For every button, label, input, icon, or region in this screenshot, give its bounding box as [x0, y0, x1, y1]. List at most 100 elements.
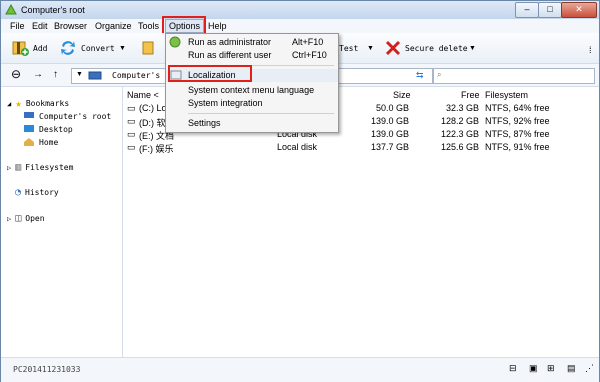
drive-icon: ▭	[127, 142, 136, 152]
sidebar-computers-root-label: Computer's root	[39, 111, 112, 121]
row-size: 50.0 GB	[375, 103, 409, 113]
sidebar-desktop[interactable]: Desktop	[23, 124, 73, 134]
test-button[interactable]: Test	[339, 38, 358, 58]
sidebar-bookmarks[interactable]: ◢ ★ Bookmarks	[7, 97, 69, 110]
run-as-admin-shortcut: Alt+F10	[292, 37, 324, 47]
secure-delete-label: Secure delete	[405, 43, 468, 53]
search-input[interactable]: ⌕	[433, 68, 595, 84]
convert-button[interactable]: Convert	[59, 38, 115, 58]
star-icon: ★	[15, 97, 22, 110]
sidebar-desktop-label: Desktop	[39, 124, 73, 134]
grid-view-icon[interactable]: ⊞	[547, 363, 555, 374]
collapse-arrow-icon: ▷	[7, 214, 12, 223]
menu-edit[interactable]: Edit	[29, 20, 51, 32]
sidebar-filesystem-label: Filesystem	[25, 163, 74, 172]
menu-tools[interactable]: Tools	[135, 20, 162, 32]
resize-grip-icon[interactable]: ⋰	[585, 363, 594, 374]
row-name: (D:) 软	[139, 118, 166, 128]
desktop-icon	[24, 125, 34, 132]
context-language-label: System context menu language	[188, 85, 315, 95]
drive-icon: ▭	[127, 116, 136, 126]
collapse-arrow-icon: ▷	[7, 163, 12, 172]
add-label: Add	[33, 43, 48, 53]
admin-shield-icon	[169, 36, 181, 48]
row-free: 128.2 GB	[440, 116, 479, 126]
secure-delete-dropdown-icon[interactable]: ▼	[469, 45, 476, 52]
row-type: Local disk	[277, 142, 318, 152]
maximize-button[interactable]: □	[538, 2, 562, 18]
sidebar-history[interactable]: ◔ History	[15, 187, 59, 198]
drive-icon: ▭	[127, 129, 136, 139]
system-integration-label: System integration	[188, 98, 263, 108]
sidebar-bookmarks-label: Bookmarks	[25, 99, 70, 108]
extract-button[interactable]	[141, 38, 157, 58]
title-bar: Computer's root – □ ✕	[1, 1, 599, 19]
row-filesystem: NTFS, 92% free	[485, 116, 550, 126]
menu-file[interactable]: File	[7, 20, 28, 32]
row-name: (F:) 娱乐	[139, 144, 174, 154]
toolbar-overflow-icon[interactable]: ⁞	[589, 45, 592, 55]
row-filesystem: NTFS, 87% free	[485, 129, 550, 139]
menu-item-settings[interactable]: Settings	[166, 117, 338, 130]
row-size: 139.0 GB	[370, 116, 409, 126]
minimize-button[interactable]: –	[515, 2, 539, 18]
convert-dropdown-icon[interactable]: ▼	[119, 45, 126, 52]
column-header-size[interactable]: Size	[393, 90, 411, 100]
test-label: Test	[339, 43, 359, 53]
menu-item-context-menu-language[interactable]: System context menu language	[166, 84, 338, 97]
extract-icon	[142, 41, 154, 55]
thumbnail-view-icon[interactable]: ▣	[529, 363, 538, 374]
menu-browser[interactable]: Browser	[51, 20, 90, 32]
add-button[interactable]: Add	[11, 38, 47, 58]
row-name: (C:) Lo	[139, 103, 167, 113]
filesystem-icon: ▥	[15, 162, 22, 173]
convert-label: Convert	[81, 43, 115, 53]
row-filesystem: NTFS, 91% free	[485, 142, 550, 152]
close-button[interactable]: ✕	[561, 2, 597, 18]
row-free: 122.3 GB	[440, 129, 479, 139]
row-free: 32.3 GB	[445, 103, 479, 113]
preview-icon[interactable]: ▤	[567, 363, 576, 374]
open-icon: ◫	[15, 213, 22, 224]
search-icon: ⌕	[437, 70, 442, 79]
status-text: PC201411231033	[13, 365, 81, 374]
sidebar-filesystem[interactable]: ▷ ▥ Filesystem	[7, 162, 73, 173]
menu-bar: File Edit Browser Organize Tools Options…	[1, 16, 599, 35]
settings-label: Settings	[188, 118, 221, 128]
run-as-admin-label: Run as administrator	[188, 37, 272, 47]
sidebar-history-label: History	[25, 188, 59, 197]
menu-organize[interactable]: Organize	[92, 20, 135, 32]
details-view-icon[interactable]: ⊟	[509, 363, 517, 374]
expand-arrow-icon: ◢	[7, 99, 12, 108]
secure-delete-button[interactable]: Secure delete	[385, 38, 468, 58]
app-window: Computer's root – □ ✕ File Edit Browser …	[0, 0, 600, 382]
options-menu: Run as administrator Alt+F10 Run as diff…	[165, 33, 339, 133]
up-icon[interactable]: ↑	[53, 69, 58, 80]
run-as-different-shortcut: Ctrl+F10	[292, 50, 327, 60]
run-as-different-label: Run as different user	[188, 50, 272, 60]
refresh-icon[interactable]: ⇆	[416, 70, 424, 81]
home-icon	[24, 138, 34, 146]
convert-icon	[61, 41, 75, 55]
menu-help[interactable]: Help	[205, 20, 230, 32]
menu-separator	[188, 113, 334, 114]
sidebar-computers-root[interactable]: Computer's root	[23, 111, 111, 121]
sidebar-open-label: Open	[25, 214, 45, 223]
clock-icon: ◔	[15, 187, 22, 198]
forward-icon[interactable]: →	[33, 69, 43, 80]
test-dropdown-icon[interactable]: ▼	[367, 45, 374, 52]
column-header-name[interactable]: Name <	[127, 90, 159, 100]
sidebar-open[interactable]: ▷ ◫ Open	[7, 213, 45, 224]
table-row[interactable]: ▭ (F:) 娱乐 Local disk 137.7 GB 125.6 GB N…	[123, 142, 599, 155]
window-title: Computer's root	[21, 5, 85, 15]
menu-item-system-integration[interactable]: System integration	[166, 97, 338, 110]
address-dropdown-icon[interactable]: ▼	[76, 71, 83, 78]
menu-item-run-as-different-user[interactable]: Run as different user Ctrl+F10	[166, 49, 338, 62]
status-bar: PC201411231033 ⊟ ▣ ⊞ ▤ ⋰	[1, 357, 599, 382]
menu-item-run-as-admin[interactable]: Run as administrator Alt+F10	[166, 36, 338, 49]
column-header-filesystem[interactable]: Filesystem	[485, 90, 528, 100]
sidebar-home[interactable]: Home	[23, 137, 58, 147]
back-icon[interactable]: ⊖	[11, 67, 21, 81]
column-header-free[interactable]: Free	[461, 90, 480, 100]
row-filesystem: NTFS, 64% free	[485, 103, 550, 113]
